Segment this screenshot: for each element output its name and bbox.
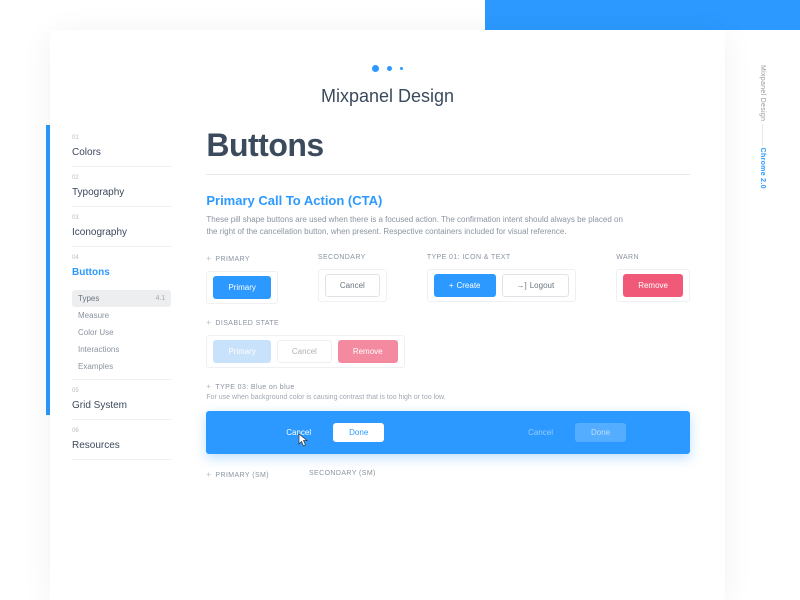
logout-icon: →]	[517, 281, 527, 290]
dot-icon	[400, 67, 403, 70]
sidebar-item-resources[interactable]: 06 Resources	[72, 420, 171, 460]
button-row-1: +PRIMARY Primary SECONDARY Cancel TYPE 0…	[206, 254, 690, 304]
plus-icon: +	[206, 318, 211, 327]
cancel-button-dim[interactable]: Cancel	[512, 423, 569, 442]
rail-text: Mixpanel Design ——— Chrome 2.0	[759, 65, 766, 189]
type03-sublabel: For use when background color is causing…	[206, 394, 690, 401]
button-row-sm: +PRIMARY (SM) SECONDARY (SM)	[206, 470, 690, 487]
sidebar-subitems: Types 4.1 Measure Color Use Interactions…	[72, 286, 171, 379]
page-title: Mixpanel Design	[50, 86, 725, 107]
sidebar: 01 Colors 02 Typography 03 Iconography 0…	[50, 127, 181, 501]
container: Primary	[206, 271, 278, 304]
remove-disabled-button: Remove	[338, 340, 398, 363]
sidebar-item-colors[interactable]: 01 Colors	[72, 127, 171, 167]
label-type03: +TYPE 03: Blue on blue	[206, 382, 690, 391]
label-disabled: +DISABLED STATE	[206, 318, 404, 327]
top-accent	[485, 0, 800, 30]
sub-item-examples[interactable]: Examples	[72, 358, 171, 375]
sidebar-item-typography[interactable]: 02 Typography	[72, 167, 171, 207]
remove-button[interactable]: Remove	[623, 274, 683, 297]
type3-section: +TYPE 03: Blue on blue For use when back…	[206, 382, 690, 454]
rail-dash: ———	[759, 124, 766, 146]
plus-icon: +	[206, 382, 211, 391]
main-card: Mixpanel Design 01 Colors 02 Typography …	[50, 30, 725, 600]
label-warn: WARN	[616, 254, 690, 261]
cancel-button[interactable]: Cancel	[270, 423, 327, 442]
logout-button[interactable]: →]Logout	[502, 274, 570, 297]
label-primary: +PRIMARY	[206, 254, 278, 263]
sidebar-item-grid[interactable]: 05 Grid System	[72, 379, 171, 420]
rail-brand: Mixpanel Design	[759, 65, 766, 121]
description: These pill shape buttons are used when t…	[206, 214, 626, 238]
sub-item-interactions[interactable]: Interactions	[72, 341, 171, 358]
sidebar-item-iconography[interactable]: 03 Iconography	[72, 207, 171, 247]
sub-item-color-use[interactable]: Color Use	[72, 324, 171, 341]
cancel-button[interactable]: Cancel	[325, 274, 380, 297]
divider	[206, 174, 690, 175]
right-rail: Mixpanel Design ——— Chrome 2.0	[725, 30, 800, 600]
primary-disabled-button: Primary	[213, 340, 271, 363]
container: Remove	[616, 269, 690, 302]
label-type01: TYPE 01: Icon & Text	[427, 254, 576, 261]
dots-indicator	[50, 30, 725, 72]
heading-h2: Primary Call To Action (CTA)	[206, 193, 690, 208]
label-secondary-sm: SECONDARY (SM)	[309, 470, 376, 477]
sub-item-types[interactable]: Types 4.1	[72, 290, 171, 307]
plus-icon: +	[449, 281, 454, 290]
label-secondary: SECONDARY	[318, 254, 387, 261]
dot-icon	[387, 66, 392, 71]
done-button-dim[interactable]: Done	[575, 423, 626, 442]
done-button[interactable]: Done	[333, 423, 384, 442]
plus-icon: +	[206, 254, 211, 263]
button-row-disabled: +DISABLED STATE Primary Cancel Remove	[206, 318, 690, 368]
plus-icon: +	[206, 470, 211, 479]
label-primary-sm: +PRIMARY (SM)	[206, 470, 269, 479]
container: +Create →]Logout	[427, 269, 576, 302]
container: Primary Cancel Remove	[206, 335, 404, 368]
content: Buttons Primary Call To Action (CTA) The…	[181, 127, 725, 501]
dot-icon	[372, 65, 379, 72]
blue-bar: Cancel Done Cancel Done	[206, 411, 690, 454]
cancel-disabled-button: Cancel	[277, 340, 332, 363]
container: Cancel	[318, 269, 387, 302]
sub-item-measure[interactable]: Measure	[72, 307, 171, 324]
create-button[interactable]: +Create	[434, 274, 496, 297]
sidebar-item-buttons[interactable]: 04 Buttons	[72, 247, 171, 286]
rail-version: Chrome 2.0	[759, 148, 766, 189]
heading-h1: Buttons	[206, 127, 690, 164]
primary-button[interactable]: Primary	[213, 276, 271, 299]
